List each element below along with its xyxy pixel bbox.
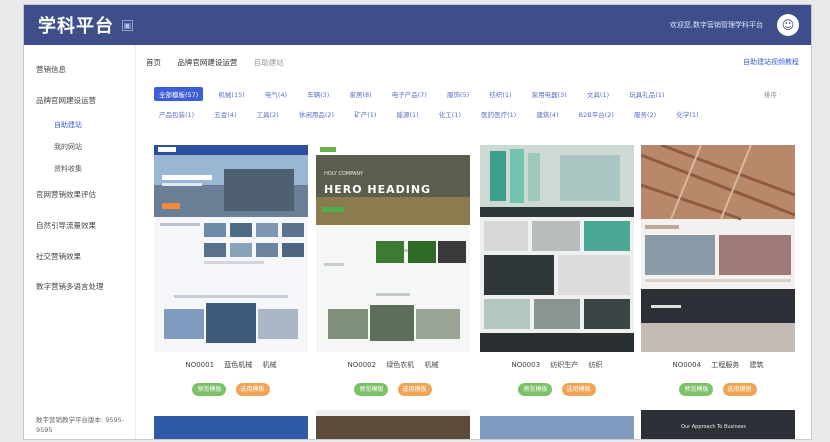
template-name: 纺织生产	[550, 361, 579, 369]
tab-brand-site[interactable]: 品牌官网建设运营	[177, 57, 237, 68]
filter-chip[interactable]: 家居(8)	[344, 87, 376, 101]
filter-chip[interactable]: 服饰(5)	[442, 87, 474, 101]
preview-template-button[interactable]: 预览模板	[518, 383, 553, 396]
template-category: 机械	[262, 361, 277, 369]
filter-chip[interactable]: 车辆(3)	[302, 87, 334, 101]
template-code: NO0003	[511, 361, 541, 369]
sidebar-item-marketing-info[interactable]: 营销信息	[36, 64, 66, 75]
template-meta: NO0004 工程服务 建筑	[641, 352, 795, 376]
template-card-4[interactable]: NO0004 工程服务 建筑 预览模板 选用模板	[641, 145, 795, 396]
filter-chip[interactable]: 医药医疗(1)	[476, 107, 521, 121]
sidebar-subitem-self-build[interactable]: 自助建站	[54, 120, 82, 130]
template-meta: NO0003 纺织生产 纺织	[480, 352, 634, 376]
top-bar: 学科平台 ▣ 欢迎您,数字营销管理学科平台 ☺	[24, 5, 811, 45]
peek-card-heading: Our Approach To Business	[681, 424, 746, 430]
template-code: NO0001	[185, 361, 215, 369]
filter-chip[interactable]: 机械(15)	[213, 87, 249, 101]
sidebar-item-natural-traffic[interactable]: 自然引导流量效果	[36, 220, 96, 231]
template-card-7-peek[interactable]	[480, 410, 634, 439]
user-welcome-text: 欢迎您,数字营销管理学科平台	[669, 21, 763, 29]
template-name: 蓝色机械	[224, 361, 253, 369]
template-name: 绿色农机	[386, 361, 415, 369]
preview-template-button[interactable]: 预览模板	[679, 383, 714, 396]
filter-chip[interactable]: 玩具礼品(1)	[624, 87, 669, 101]
template-preview-image[interactable]	[154, 145, 308, 352]
filter-chip[interactable]: 化工(1)	[434, 107, 466, 121]
use-template-button[interactable]: 选用模板	[561, 383, 596, 396]
filter-row-2: 产品包装(1) 五金(4) 工具(2) 休闲用品(2) 矿产(1) 能源(1) …	[154, 107, 699, 127]
template-card-6-peek[interactable]	[316, 410, 470, 439]
filter-chip[interactable]: 工具(2)	[252, 107, 284, 121]
template-code: NO0004	[672, 361, 702, 369]
filter-chip[interactable]: 矿产(1)	[349, 107, 381, 121]
sidebar-subitem-material[interactable]: 资料收集	[54, 164, 82, 174]
avatar-icon[interactable]: ☺	[777, 14, 799, 36]
tab-home[interactable]: 首页	[146, 57, 161, 68]
template-preview-image[interactable]: HOLY COMPANY HERO HEADING	[316, 145, 470, 352]
hero-small-label: HOLY COMPANY	[324, 171, 364, 177]
app-window: 学科平台 ▣ 欢迎您,数字营销管理学科平台 ☺ 营销信息 品牌官网建设运营 自助…	[23, 4, 812, 440]
video-tutorial-link[interactable]: 自助建站视频教程	[743, 57, 799, 67]
preview-template-button[interactable]: 预览模板	[354, 383, 389, 396]
template-category: 建筑	[749, 361, 764, 369]
sidebar-footer: 数字营销教学平台版本: 9595-9595	[36, 416, 125, 434]
sidebar-item-brand-site[interactable]: 品牌官网建设运营	[36, 95, 96, 106]
template-card-5-peek[interactable]	[154, 410, 308, 439]
template-card-1[interactable]: NO0001 蓝色机械 机械 预览模板 选用模板	[154, 145, 308, 396]
menu-collapse-icon[interactable]: ▣	[122, 20, 133, 31]
brand-title: 学科平台	[38, 16, 114, 37]
filter-chip[interactable]: 五金(4)	[209, 107, 241, 121]
filter-row-1: 全部模板(57) 机械(15) 电气(4) 车辆(3) 家居(8) 电子产品(7…	[154, 87, 664, 107]
use-template-button[interactable]: 选用模板	[722, 383, 757, 396]
breadcrumb-tabs: 首页 品牌官网建设运营 自助建站	[146, 57, 298, 68]
sidebar-item-site-eval[interactable]: 官网营销效果评估	[36, 189, 96, 200]
filter-chip[interactable]: 服务(2)	[629, 107, 661, 121]
template-card-8-peek[interactable]: Our Approach To Business	[641, 410, 795, 439]
filter-chip[interactable]: 电气(4)	[260, 87, 292, 101]
category-filters: 全部模板(57) 机械(15) 电气(4) 车辆(3) 家居(8) 电子产品(7…	[154, 87, 699, 127]
template-code: NO0002	[347, 361, 377, 369]
template-category: 机械	[424, 361, 439, 369]
sidebar-item-multilang[interactable]: 数字营销多语言处理	[36, 281, 104, 292]
filter-chip[interactable]: B2B平台(2)	[574, 107, 619, 121]
filter-chip[interactable]: 文具(1)	[582, 87, 614, 101]
template-card-2[interactable]: HOLY COMPANY HERO HEADING NO0002 绿色农机 机械…	[316, 145, 470, 396]
template-card-3[interactable]: NO0003 纺织生产 纺织 预览模板 选用模板	[480, 145, 634, 396]
template-meta: NO0001 蓝色机械 机械	[154, 352, 308, 376]
hero-heading-text: HERO HEADING	[324, 183, 432, 196]
filter-chip[interactable]: 化学(1)	[671, 107, 703, 121]
sidebar-subitem-my-sites[interactable]: 我的网站	[54, 142, 82, 152]
filter-chip[interactable]: 家用电器(3)	[527, 87, 572, 101]
filter-chip[interactable]: 全部模板(57)	[154, 87, 204, 101]
template-meta: NO0002 绿色农机 机械	[316, 352, 470, 376]
use-template-button[interactable]: 选用模板	[235, 383, 270, 396]
template-name: 工程服务	[711, 361, 740, 369]
tab-self-build[interactable]: 自助建站	[254, 57, 284, 68]
template-preview-image[interactable]	[480, 145, 634, 352]
use-template-button[interactable]: 选用模板	[397, 383, 432, 396]
template-category: 纺织	[588, 361, 603, 369]
sidebar-item-social[interactable]: 社交营销效果	[36, 251, 81, 262]
filter-chip[interactable]: 休闲用品(2)	[294, 107, 339, 121]
template-preview-image[interactable]	[641, 145, 795, 352]
filter-chip[interactable]: 能源(1)	[391, 107, 423, 121]
filter-chip[interactable]: 建筑(4)	[531, 107, 563, 121]
sidebar: 营销信息 品牌官网建设运营 自助建站 我的网站 资料收集 官网营销效果评估 自然…	[24, 45, 136, 439]
preview-template-button[interactable]: 预览模板	[192, 383, 227, 396]
filter-chip[interactable]: 电子产品(7)	[387, 87, 432, 101]
filter-chip[interactable]: 产品包装(1)	[154, 107, 199, 121]
filter-chip[interactable]: 纺织(1)	[484, 87, 516, 101]
sort-dropdown[interactable]: 排序 ·	[764, 89, 781, 99]
